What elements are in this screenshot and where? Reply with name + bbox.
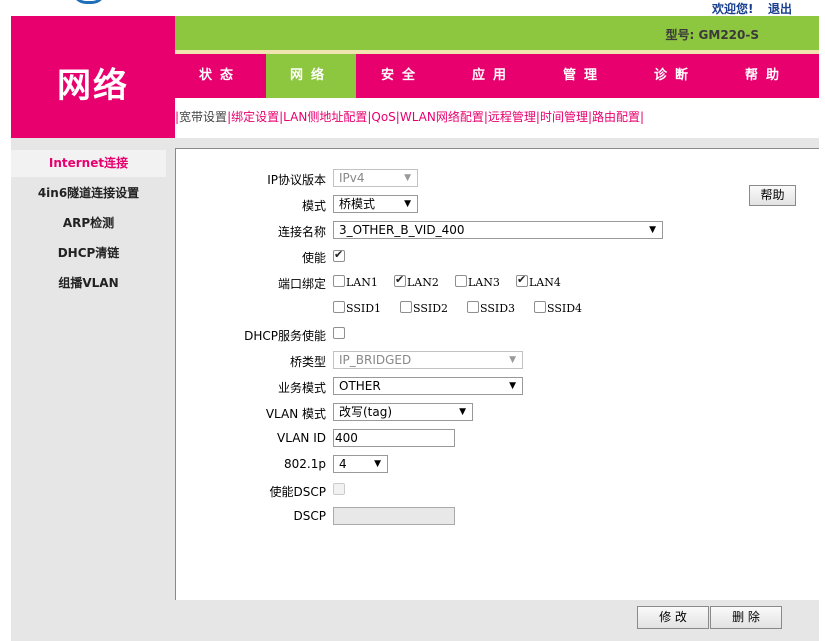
dhcp-server-label: DHCP服务使能: [244, 329, 326, 343]
modify-button[interactable]: 修 改: [637, 606, 709, 629]
port-lan4-checkbox[interactable]: [516, 273, 528, 287]
nav-security[interactable]: 安全: [357, 54, 447, 98]
port-ssid2-label: SSID2: [413, 302, 449, 315]
vlan-id-input[interactable]: 400: [333, 429, 455, 447]
nav-application[interactable]: 应用: [448, 54, 538, 98]
subnav-time[interactable]: 时间管理: [540, 110, 588, 124]
service-mode-label: 业务模式: [277, 381, 326, 395]
sidebar-item-4in6[interactable]: 4in6隧道连接设置: [11, 180, 166, 207]
subnav-lan-address[interactable]: LAN侧地址配置: [283, 110, 367, 124]
nav-management[interactable]: 管理: [539, 54, 629, 98]
dhcp-server-checkbox[interactable]: [333, 327, 345, 339]
enable-dscp-label: 使能DSCP: [269, 485, 326, 499]
delete-button[interactable]: 删 除: [710, 606, 782, 629]
help-button[interactable]: 帮助: [749, 185, 796, 206]
enable-label: 使能: [301, 251, 326, 265]
port-lan1-label: LAN1: [346, 276, 378, 289]
conn-name-select[interactable]: 3_OTHER_B_VID_400 ▼: [333, 221, 663, 239]
sidebar: Internet连接 4in6隧道连接设置 ARP检测 DHCP清链 组播VLA…: [11, 138, 175, 600]
port-bind-label: 端口绑定: [277, 277, 326, 291]
section-title: 网络: [57, 66, 129, 106]
port-ssid1-checkbox[interactable]: [333, 301, 345, 313]
subnav-wlan[interactable]: WLAN网络配置: [400, 110, 484, 124]
port-ssid1-label: SSID1: [346, 302, 382, 315]
subnav-binding[interactable]: 绑定设置: [231, 110, 279, 124]
nav-status[interactable]: 状态: [175, 54, 265, 98]
mode-select[interactable]: 桥模式 ▼: [333, 195, 418, 213]
section-title-block: 网络: [11, 16, 175, 138]
port-lan3-label: LAN3: [468, 276, 500, 289]
bridge-type-select[interactable]: IP_BRIDGED ▼: [333, 351, 523, 369]
chevron-down-icon: ▼: [404, 199, 411, 209]
port-lan2-label: LAN2: [407, 276, 439, 289]
port-ssid4-label: SSID4: [547, 302, 583, 315]
sidebar-item-multicast-vlan[interactable]: 组播VLAN: [11, 270, 166, 297]
sidebar-item-arp[interactable]: ARP检测: [11, 210, 166, 237]
port-ssid3-label: SSID3: [480, 302, 516, 315]
vlan-id-label: VLAN ID: [277, 431, 326, 445]
model-bar: 型号: GM220-S: [175, 16, 819, 50]
port-ssid3-checkbox[interactable]: [467, 301, 479, 313]
vlan-mode-label: VLAN 模式: [265, 407, 326, 421]
port-lan4-label: LAN4: [529, 276, 561, 289]
nav-help[interactable]: 帮助: [721, 54, 811, 98]
subnav-route[interactable]: 路由配置: [592, 110, 640, 124]
chevron-down-icon: ▼: [459, 407, 466, 417]
subnav-broadband[interactable]: 宽带设置: [179, 110, 227, 124]
chevron-down-icon: ▼: [649, 225, 656, 235]
subnav-qos[interactable]: QoS: [371, 110, 395, 124]
vlan-mode-select[interactable]: 改写(tag) ▼: [333, 403, 473, 421]
content-panel: [175, 148, 819, 600]
chevron-down-icon: ▼: [509, 381, 516, 391]
enable-checkbox[interactable]: [333, 248, 345, 262]
chevron-down-icon: ▼: [374, 459, 381, 469]
p8021-select[interactable]: 4 ▼: [333, 455, 388, 473]
port-lan3-checkbox[interactable]: [455, 275, 467, 287]
dscp-input[interactable]: [333, 507, 455, 525]
chevron-down-icon: ▼: [404, 173, 411, 183]
welcome-text: 欢迎您!: [712, 2, 754, 16]
service-mode-select[interactable]: OTHER ▼: [333, 377, 523, 395]
mode-label: 模式: [301, 199, 326, 213]
sidebar-item-dhcp[interactable]: DHCP清链: [11, 240, 166, 267]
bridge-type-label: 桥类型: [289, 355, 326, 369]
model-label: 型号: GM220-S: [665, 28, 759, 42]
logout-link[interactable]: 退出: [768, 0, 792, 17]
port-ssid2-checkbox[interactable]: [400, 301, 412, 313]
nav-diagnosis[interactable]: 诊断: [630, 54, 720, 98]
port-lan1-checkbox[interactable]: [333, 275, 345, 287]
content-frame-top: [175, 138, 819, 148]
logo-icon: [72, 0, 106, 4]
dscp-label: DSCP: [293, 509, 326, 523]
sidebar-item-internet[interactable]: Internet连接: [11, 150, 166, 177]
port-lan2-checkbox[interactable]: [394, 273, 406, 287]
enable-dscp-checkbox[interactable]: [333, 483, 345, 495]
ip-version-label: IP协议版本: [267, 173, 326, 187]
chevron-down-icon: ▼: [509, 355, 516, 365]
nav-network[interactable]: 网络: [266, 54, 356, 98]
main-nav: 状态 网络 安全 应用 管理 诊断 帮助: [175, 54, 819, 98]
conn-name-label: 连接名称: [277, 225, 326, 239]
subnav-remote[interactable]: 远程管理: [488, 110, 536, 124]
port-ssid4-checkbox[interactable]: [534, 301, 546, 313]
p8021-label: 802.1p: [284, 457, 326, 471]
ip-version-select[interactable]: IPv4 ▼: [333, 169, 418, 187]
sub-nav: |宽带设置|绑定设置|LAN侧地址配置|QoS|WLAN网络配置|远程管理|时间…: [175, 110, 645, 124]
